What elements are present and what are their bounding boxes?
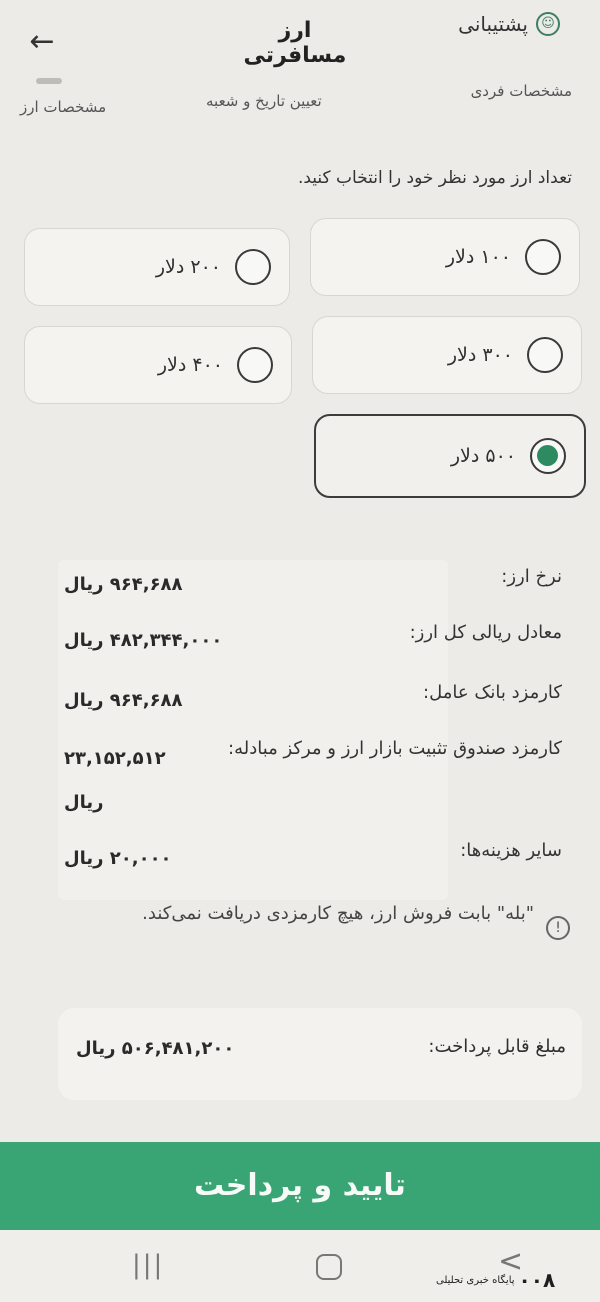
watermark: ۰۰۸ پایگاه خبری تحلیلی (436, 1268, 555, 1292)
fee-note: ! "بله" بابت فروش ارز، هیچ کارمزدی دریاف… (90, 898, 570, 940)
fund-fee-value: ۲۳,۱۵۲,۵۱۲ (64, 748, 166, 769)
home-icon[interactable] (316, 1254, 342, 1280)
radio-100[interactable] (525, 239, 561, 275)
step-personal-info: مشخصات فردی (470, 82, 572, 100)
radio-400[interactable] (237, 347, 273, 383)
option-label: ۳۰۰ دلار (447, 344, 513, 366)
option-400-dollar[interactable]: ۴۰۰ دلار (24, 326, 292, 404)
fund-fee-unit: ریال (64, 792, 104, 813)
step-date-branch: تعیین تاریخ و شعبه (206, 92, 322, 110)
fund-fee-label: کارمزد صندوق تثبیت بازار ارز و مرکز مباد… (228, 738, 562, 759)
page-title: ارز مسافرتی (243, 18, 347, 68)
support-label: پشتیبانی (458, 12, 528, 36)
option-200-dollar[interactable]: ۲۰۰ دلار (24, 228, 290, 306)
option-label: ۵۰۰ دلار (450, 445, 516, 467)
option-label: ۱۰۰ دلار (445, 246, 511, 268)
step-currency-info: مشخصات ارز (20, 98, 107, 116)
arrow-left-icon: ← (29, 24, 55, 59)
confirm-pay-button[interactable]: تایید و پرداخت (0, 1142, 600, 1230)
note-text: "بله" بابت فروش ارز، هیچ کارمزدی دریافت … (142, 903, 534, 924)
progress-stepper: مشخصات فردی تعیین تاریخ و شعبه مشخصات ار… (0, 76, 600, 128)
option-500-dollar[interactable]: ۵۰۰ دلار (314, 414, 586, 498)
bank-fee-label: کارمزد بانک عامل: (423, 682, 562, 703)
other-costs-value: ۲۰,۰۰۰ ریال (64, 848, 172, 869)
watermark-logo: ۰۰۸ (518, 1268, 556, 1292)
radio-500[interactable] (530, 438, 566, 474)
radio-200[interactable] (235, 249, 271, 285)
exchange-rate-value: ۹۶۴,۶۸۸ ریال (64, 574, 183, 595)
back-button[interactable]: ← (24, 24, 60, 60)
headset-icon: ☺ (536, 12, 560, 36)
option-300-dollar[interactable]: ۳۰۰ دلار (312, 316, 582, 394)
info-icon: ! (546, 916, 570, 940)
step-indicator (36, 78, 62, 84)
payable-amount-card: مبلغ قابل پرداخت: ۵۰۶,۴۸۱,۲۰۰ ریال (58, 1008, 582, 1100)
app-header: ← ارز مسافرتی ☺ پشتیبانی (0, 0, 600, 78)
exchange-rate-label: نرخ ارز: (501, 566, 562, 587)
total-rial-label: معادل ریالی کل ارز: (409, 622, 562, 643)
option-label: ۲۰۰ دلار (155, 256, 221, 278)
payable-label: مبلغ قابل پرداخت: (428, 1036, 566, 1057)
radio-300[interactable] (527, 337, 563, 373)
option-100-dollar[interactable]: ۱۰۰ دلار (310, 218, 580, 296)
recent-apps-icon[interactable]: ||| (132, 1250, 164, 1280)
watermark-text: پایگاه خبری تحلیلی (436, 1274, 515, 1286)
bank-fee-value: ۹۶۴,۶۸۸ ریال (64, 690, 183, 711)
payable-value: ۵۰۶,۴۸۱,۲۰۰ ریال (76, 1038, 235, 1059)
option-label: ۴۰۰ دلار (157, 354, 223, 376)
selection-prompt: تعداد ارز مورد نظر خود را انتخاب کنید. (297, 168, 572, 188)
total-rial-value: ۴۸۲,۳۴۴,۰۰۰ ریال (64, 630, 223, 651)
support-button[interactable]: ☺ پشتیبانی (458, 12, 560, 36)
other-costs-label: سایر هزینه‌ها: (460, 840, 562, 861)
